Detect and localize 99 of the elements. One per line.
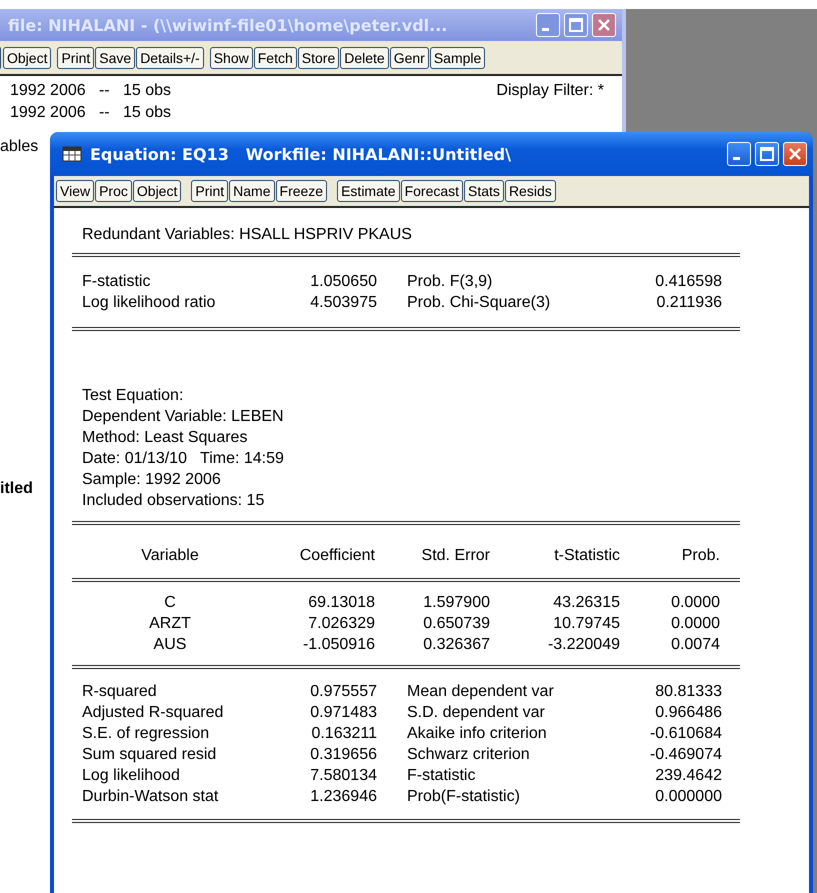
maximize-icon [760,147,774,161]
equation-info: Date: 01/13/10 Time: 14:59 [82,449,285,469]
toolbar-button[interactable]: Show [210,46,253,68]
test-heading: Redundant Variables: HSALL HSPRIV PKAUS [81,225,413,245]
stat-value: -0.610684 [648,724,722,744]
stat-value: 0.000000 [654,787,722,807]
table-cell-text: ARZT [148,614,192,634]
toolbar-button[interactable]: View [56,180,94,202]
stat-value: 0.975557 [309,682,377,702]
table-cell-text: 69.13018 [307,593,375,613]
toolbar-button[interactable]: Object [132,180,182,202]
toolbar-button[interactable]: Resids [504,180,556,202]
equation-info: Sample: 1992 2006 [82,470,222,490]
close-button[interactable] [592,13,616,37]
stat-label: Mean dependent var [407,682,555,702]
stat-label: F-statistic [82,272,152,292]
table-cell-text: 0.0000 [670,593,720,613]
table-cell-text: 1.597900 [422,593,490,613]
toolbar-button[interactable]: Object [3,46,52,68]
table-cell-text: -1.050916 [302,635,375,655]
stat-label: S.D. dependent var [407,703,546,723]
minimize-icon [542,28,549,31]
stat-label: R-squared [82,682,158,702]
minimize-button[interactable] [536,13,560,37]
table-cell-text: 0.0074 [670,635,720,655]
toolbar-button[interactable]: Freeze [276,180,328,202]
stat-value: 4.503975 [309,293,377,313]
stat-label: Durbin-Watson stat [82,787,220,807]
maximize-button[interactable] [564,13,588,37]
stat-value: -0.469074 [648,745,722,765]
table-cell-text: C [163,593,177,613]
stat-value: 239.4642 [654,766,722,786]
cut-text: itled [0,480,33,498]
stat-value: 0.211936 [655,293,722,313]
toolbar-button[interactable]: Fetch [254,46,297,68]
table-cell-text: AUS [152,635,188,655]
window-title: Equation: EQ13 Workfile: NIHALANI::Untitled\ [90,144,512,164]
stat-label: Prob(F-statistic) [407,787,521,807]
sample-range: 1992 2006 -- 15 obs [10,81,171,101]
toolbar-button[interactable]: Estimate [337,180,400,202]
stat-value: 0.319656 [309,745,377,765]
stat-value: 7.580134 [309,766,377,786]
equation-info: Dependent Variable: LEBEN [82,407,285,427]
toolbar-button[interactable]: Stats [464,180,504,202]
column-header: Std. Error [420,546,490,566]
minimize-button[interactable] [727,142,751,166]
display-filter: Display Filter: * [496,81,604,101]
stat-value: 1.050650 [309,272,377,292]
toolbar-button[interactable]: Print [57,46,94,68]
column-header: Coefficient [298,546,375,566]
stat-label: Log likelihood [82,766,181,786]
close-icon [788,147,802,161]
toolbar-button[interactable]: Details+/- [136,46,204,68]
table-cell-text: 10.79745 [552,614,620,634]
window-title: file: NIHALANI - (\\wiwinf-file01\home\peter.vdl... [8,16,448,34]
toolbar-button[interactable]: Name [229,180,275,202]
toolbar-button[interactable]: Store [298,46,340,68]
minimize-icon [733,157,740,160]
stat-value: 1.236946 [309,787,377,807]
stat-label: Schwarz criterion [407,745,531,765]
stat-label: S.E. of regression [82,724,210,744]
stat-label: Akaike info criterion [407,724,548,744]
stat-label: Sum squared resid [82,745,218,765]
toolbar-button[interactable]: Proc [95,180,132,202]
stat-value: 0.163211 [310,724,377,744]
table-icon [62,146,82,162]
toolbar-button[interactable]: Print [191,180,228,202]
toolbar-button[interactable]: Genr [390,46,429,68]
equation-info: Method: Least Squares [82,428,248,448]
maximize-button[interactable] [755,142,779,166]
stat-label: Prob. F(3,9) [407,272,494,292]
toolbar-button[interactable]: Sample [430,46,486,68]
table-cell-text: 43.26315 [552,593,620,613]
table-cell-text: 0.326367 [422,635,490,655]
close-button[interactable] [783,142,807,166]
sample-range: 1992 2006 -- 15 obs [10,103,171,123]
stat-value: 0.966486 [654,703,722,723]
stat-value: 0.971483 [309,703,377,723]
equation-info: Test Equation: [82,386,184,406]
toolbar-button[interactable]: Save [95,46,136,68]
table-cell-text: 0.0000 [670,614,720,634]
equation-info: Included observations: 15 [82,491,266,511]
stat-label: Log likelihood ratio [82,293,216,313]
stat-label: F-statistic [407,766,476,786]
stat-value: 0.416598 [654,272,722,292]
stat-value: 80.81333 [654,682,722,702]
column-header: Variable [140,546,200,566]
stat-label: Prob. Chi-Square(3) [407,293,552,313]
maximize-icon [569,18,583,32]
table-cell-text: 7.026329 [307,614,375,634]
column-header: t-Statistic [553,546,620,566]
toolbar-button[interactable]: Delete [340,46,389,68]
table-cell-text: 0.650739 [422,614,490,634]
column-header: Prob. [680,546,720,566]
toolbar-button[interactable]: Forecast [400,180,464,202]
close-icon [597,18,611,32]
stat-label: Adjusted R-squared [82,703,224,723]
table-cell-text: -3.220049 [546,635,620,655]
cut-text: ables [0,138,38,156]
